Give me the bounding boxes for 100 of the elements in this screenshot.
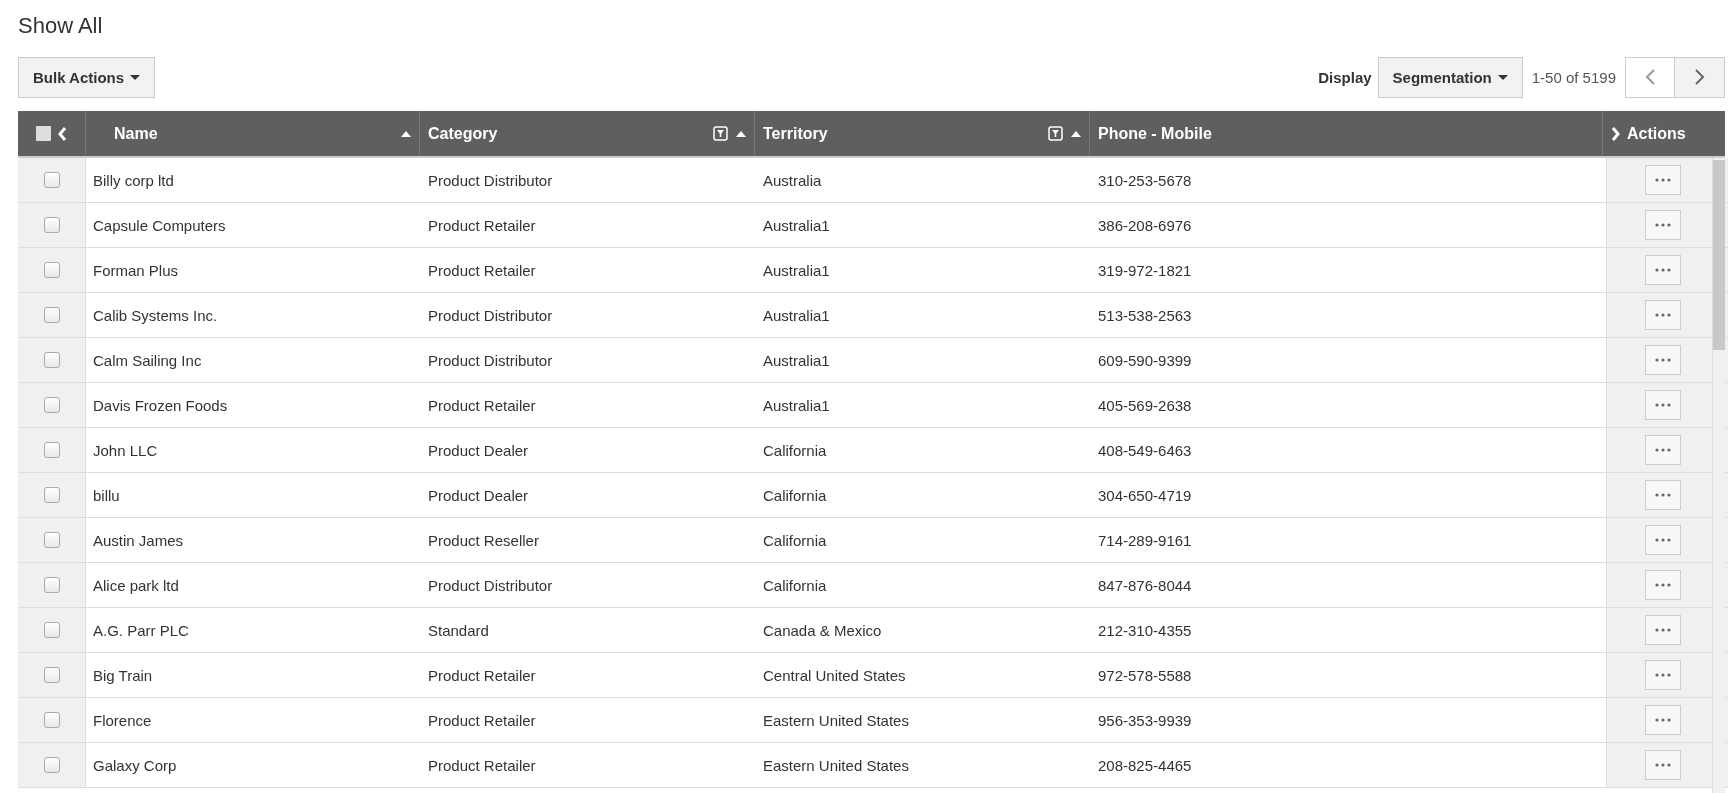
table-cell: Product Distributor (428, 171, 553, 189)
row-checkbox[interactable] (43, 532, 60, 548)
table-cell: 208-825-4465 (1098, 756, 1192, 774)
table-cell: Austin James (93, 531, 184, 549)
table-cell: Galaxy Corp (93, 756, 177, 774)
row-checkbox[interactable] (43, 352, 60, 368)
filter-icon[interactable] (1048, 126, 1063, 141)
table-cell: California (763, 531, 827, 549)
chevron-left-icon (1644, 68, 1656, 86)
ellipsis-icon (1654, 358, 1671, 362)
expand-chevron-icon[interactable] (1611, 125, 1621, 142)
column-header[interactable]: Name (114, 124, 158, 143)
column-header[interactable]: Territory (763, 124, 828, 143)
table-cell: 405-569-2638 (1098, 396, 1192, 414)
table-cell: Australia1 (763, 396, 830, 414)
select-all-checkbox[interactable] (36, 126, 51, 141)
table-cell: 609-590-9399 (1098, 351, 1192, 369)
more-actions-button[interactable] (1644, 345, 1681, 375)
more-actions-button[interactable] (1644, 255, 1681, 285)
page-title: Show All (18, 12, 104, 40)
table-cell: Product Dealer (428, 441, 529, 459)
more-actions-button[interactable] (1644, 390, 1681, 420)
ellipsis-icon (1654, 403, 1671, 407)
more-actions-button[interactable] (1644, 660, 1681, 690)
table-cell: 956-353-9939 (1098, 711, 1192, 729)
sort-up-icon[interactable] (736, 130, 746, 137)
table-cell: Davis Frozen Foods (93, 396, 228, 414)
chevron-right-icon (1693, 68, 1706, 86)
row-checkbox[interactable] (43, 667, 60, 683)
table-cell: Eastern United States (763, 756, 909, 774)
table-cell: 714-289-9161 (1098, 531, 1192, 549)
more-actions-button[interactable] (1644, 210, 1681, 240)
table-cell: 513-538-2563 (1098, 306, 1192, 324)
table-cell: 847-876-8044 (1098, 576, 1192, 594)
display-dropdown[interactable]: Segmentation (1377, 56, 1523, 98)
more-actions-button[interactable] (1644, 525, 1681, 555)
table-cell: Eastern United States (763, 711, 909, 729)
table-cell: Australia1 (763, 306, 830, 324)
more-actions-button[interactable] (1644, 165, 1681, 195)
filter-icon[interactable] (713, 126, 728, 141)
more-actions-button[interactable] (1644, 300, 1681, 330)
row-checkbox[interactable] (43, 442, 60, 458)
more-actions-button[interactable] (1644, 435, 1681, 465)
row-checkbox[interactable] (43, 172, 60, 188)
row-checkbox[interactable] (43, 487, 60, 503)
table-cell: Product Reseller (428, 531, 539, 549)
column-header: Actions (1627, 124, 1686, 143)
table-cell: Product Retailer (428, 261, 536, 279)
table-cell: California (763, 486, 827, 504)
table-cell: 310-253-5678 (1098, 171, 1192, 189)
more-actions-button[interactable] (1644, 480, 1681, 510)
table-cell: Product Retailer (428, 666, 536, 684)
table-cell: Billy corp ltd (93, 171, 174, 189)
ellipsis-icon (1654, 313, 1671, 317)
more-actions-button[interactable] (1644, 750, 1681, 780)
table-cell: Product Dealer (428, 486, 529, 504)
table-cell: Product Retailer (428, 216, 536, 234)
table-cell: 212-310-4355 (1098, 621, 1192, 639)
previous-page-button[interactable] (1625, 56, 1675, 98)
pagination-range: 1-50 of 5199 (1531, 68, 1616, 86)
row-checkbox[interactable] (43, 307, 60, 323)
row-checkbox[interactable] (43, 577, 60, 593)
next-page-button[interactable] (1675, 56, 1725, 98)
ellipsis-icon (1654, 493, 1671, 497)
row-checkbox[interactable] (43, 757, 60, 773)
sort-up-icon[interactable] (401, 130, 411, 137)
collapse-chevron-icon[interactable] (57, 125, 67, 142)
display-label: Display (1318, 68, 1372, 86)
table-cell: Product Retailer (428, 756, 536, 774)
table-cell: Calm Sailing Inc (93, 351, 202, 369)
more-actions-button[interactable] (1644, 615, 1681, 645)
table-cell: 408-549-6463 (1098, 441, 1192, 459)
ellipsis-icon (1654, 763, 1671, 767)
ellipsis-icon (1654, 628, 1671, 632)
row-checkbox[interactable] (43, 712, 60, 728)
scrollbar[interactable] (1712, 158, 1725, 793)
table-cell: Australia1 (763, 216, 830, 234)
more-actions-button[interactable] (1644, 705, 1681, 735)
bulk-actions-button[interactable]: Bulk Actions (18, 56, 156, 98)
table-cell: Capsule Computers (93, 216, 226, 234)
column-header[interactable]: Category (428, 124, 498, 143)
table-cell: Product Retailer (428, 711, 536, 729)
ellipsis-icon (1654, 448, 1671, 452)
ellipsis-icon (1654, 268, 1671, 272)
row-checkbox[interactable] (43, 217, 60, 233)
table-cell: Central United States (763, 666, 906, 684)
ellipsis-icon (1654, 223, 1671, 227)
ellipsis-icon (1654, 718, 1671, 722)
table-cell: billu (93, 486, 120, 504)
table-cell: A.G. Parr PLC (93, 621, 189, 639)
table-cell: California (763, 441, 827, 459)
sort-up-icon[interactable] (1071, 130, 1081, 137)
row-checkbox[interactable] (43, 262, 60, 278)
column-header[interactable]: Phone - Mobile (1098, 124, 1212, 143)
more-actions-button[interactable] (1644, 570, 1681, 600)
table-cell: Forman Plus (93, 261, 179, 279)
table-cell: Australia1 (763, 261, 830, 279)
ellipsis-icon (1654, 673, 1671, 677)
row-checkbox[interactable] (43, 397, 60, 413)
row-checkbox[interactable] (43, 622, 60, 638)
